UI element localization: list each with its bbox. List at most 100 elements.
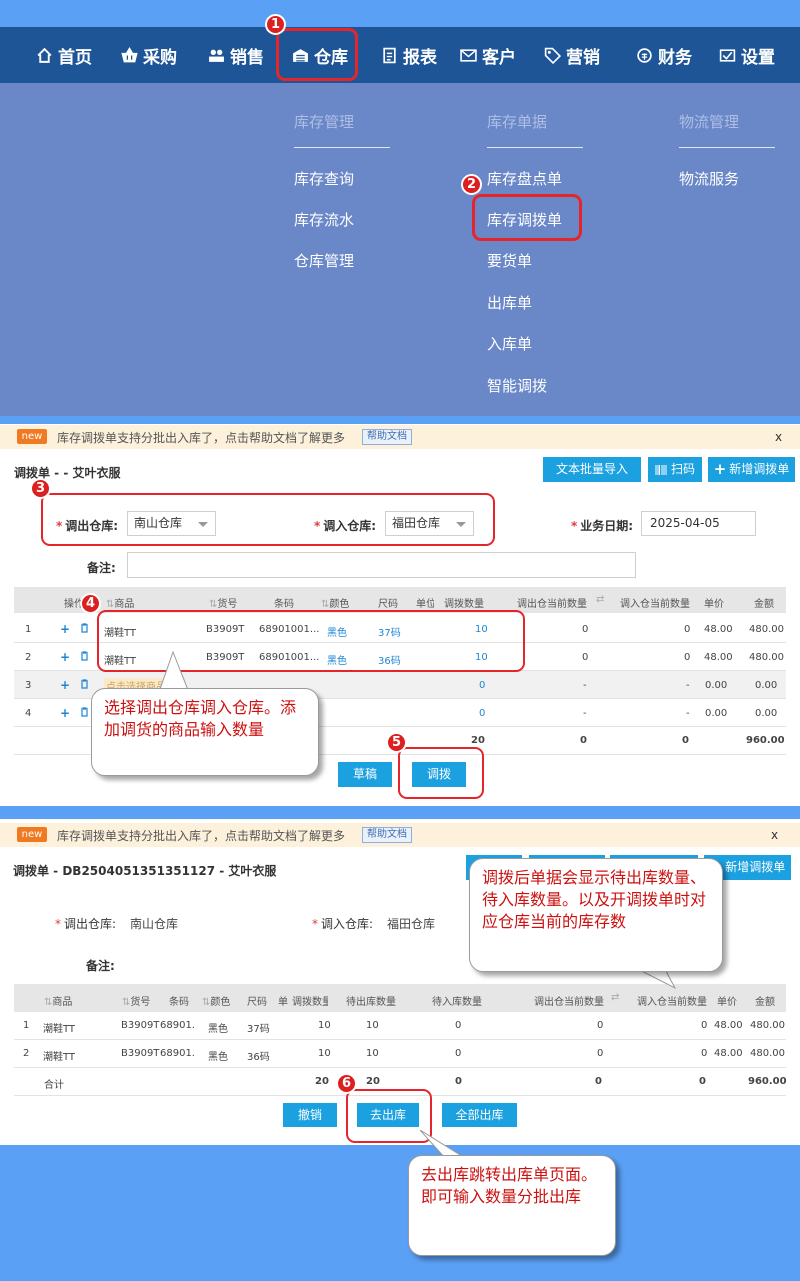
row-no: 1 <box>25 624 32 635</box>
col-qty: 调拨数量 <box>292 997 328 1008</box>
notice-banner: new 库存调拨单支持分批出入库了，点击帮助文档了解更多 帮助文档 x <box>0 425 800 449</box>
nav-label: 销售 <box>230 47 264 68</box>
nav-finance[interactable]: 财务 <box>636 27 692 83</box>
callout-go-outbound: 去出库跳转出库单页面。即可输入数量分批出库 <box>408 1155 616 1256</box>
in-warehouse-label: * 调入仓库: <box>312 917 374 931</box>
price: 48.00 <box>714 1020 743 1031</box>
col-unit: 单位 <box>416 599 434 610</box>
highlight-warehouse-nav <box>276 28 358 81</box>
qty: 10 <box>318 1048 331 1059</box>
nav-report[interactable]: 报表 <box>381 27 437 83</box>
in-stock: - <box>686 680 690 691</box>
add-row-icon[interactable]: + <box>60 706 70 720</box>
scan-button[interactable]: 扫码 <box>648 457 702 482</box>
row-no: 1 <box>23 1020 30 1031</box>
product: 潮鞋TT <box>43 1052 76 1063</box>
menu-item-outbound[interactable]: 出库单 <box>487 292 532 313</box>
row-no: 3 <box>25 680 32 691</box>
date-input[interactable]: 2025-04-05 <box>641 511 756 536</box>
col-qty: 调拨数量 <box>444 599 484 610</box>
total-amount: 960.00 <box>746 735 785 746</box>
qty[interactable]: 0 <box>479 708 485 719</box>
help-doc-button[interactable]: 帮助文档 <box>362 827 412 843</box>
nav-label: 首页 <box>58 47 92 68</box>
col-out-stock: 调出仓当前数量 <box>517 599 587 610</box>
bulk-import-button[interactable]: 文本批量导入 <box>543 457 641 482</box>
menu-item-stock-query[interactable]: 库存查询 <box>294 168 354 189</box>
menu-item-stocktake[interactable]: 库存盘点单 <box>487 168 562 189</box>
nav-sales[interactable]: 销售 <box>208 27 264 83</box>
add-row-icon[interactable]: + <box>60 622 70 636</box>
price: 48.00 <box>704 624 733 635</box>
amount: 480.00 <box>749 624 784 635</box>
out-stock: - <box>583 680 587 691</box>
amount: 0.00 <box>755 680 778 691</box>
nav-customer[interactable]: 客户 <box>460 27 516 83</box>
add-row-icon[interactable]: + <box>60 678 70 692</box>
nav-settings[interactable]: 设置 <box>719 27 775 83</box>
delete-icon[interactable] <box>80 707 89 720</box>
product: 潮鞋TT <box>43 1024 76 1035</box>
delete-icon[interactable] <box>80 623 89 636</box>
nav-label: 设置 <box>741 47 775 68</box>
cancel-button[interactable]: 撤销 <box>283 1103 337 1127</box>
add-row-icon[interactable]: + <box>60 650 70 664</box>
color: 黑色 <box>208 1024 228 1035</box>
out-stock: 0 <box>597 1020 604 1031</box>
row-no: 2 <box>25 652 32 663</box>
menu-item-inbound[interactable]: 入库单 <box>487 333 532 354</box>
total-in-stock: 0 <box>699 1076 706 1087</box>
in-stock: 0 <box>684 652 691 663</box>
col-pending-out: 待出库数量 <box>346 997 396 1008</box>
out-warehouse-label: * 调出仓库: <box>55 917 117 931</box>
close-banner-button[interactable]: x <box>771 828 778 842</box>
draft-button[interactable]: 草稿 <box>338 762 392 787</box>
all-outbound-button[interactable]: 全部出库 <box>442 1103 517 1127</box>
size: 37码 <box>247 1024 270 1035</box>
nav-purchase[interactable]: 采购 <box>121 27 177 83</box>
col-size: 尺码 <box>247 997 267 1008</box>
notice-banner: new 库存调拨单支持分批出入库了，点击帮助文档了解更多 帮助文档 x <box>0 823 800 847</box>
total-out-stock: 0 <box>580 735 587 746</box>
qty[interactable]: 0 <box>479 680 485 691</box>
col-amount: 金额 <box>754 599 774 610</box>
divider <box>14 1039 786 1040</box>
menu-item-requisition[interactable]: 要货单 <box>487 250 532 271</box>
page-title: 调拨单 - - 艾叶衣服 <box>14 466 121 480</box>
notice-text: 库存调拨单支持分批出入库了，点击帮助文档了解更多 <box>57 829 346 843</box>
nav-label: 采购 <box>143 47 177 68</box>
top-nav: 首页 采购 销售 仓库 报表 客户 营销 财务 设置 <box>0 27 800 83</box>
total-qty: 20 <box>315 1076 329 1087</box>
remark-input[interactable] <box>127 552 636 578</box>
new-label: 新增调拨单 <box>729 462 790 476</box>
close-banner-button[interactable]: x <box>775 430 782 444</box>
menu-item-stock-flow[interactable]: 库存流水 <box>294 209 354 230</box>
col-product: ⇅商品 <box>106 599 135 610</box>
menu-item-smart-transfer[interactable]: 智能调拨 <box>487 375 547 396</box>
swap-icon[interactable]: ⇄ <box>611 992 619 1003</box>
col-price: 单价 <box>704 599 724 610</box>
tag-icon <box>544 47 561 64</box>
out-stock: 0 <box>582 624 589 635</box>
in-stock: 0 <box>701 1048 708 1059</box>
nav-home[interactable]: 首页 <box>36 27 92 83</box>
divider <box>487 147 583 148</box>
nav-marketing[interactable]: 营销 <box>544 27 600 83</box>
in-stock: - <box>686 708 690 719</box>
delete-icon[interactable] <box>80 651 89 664</box>
new-badge: new <box>17 827 47 842</box>
col-sku: ⇅货号 <box>122 997 151 1008</box>
col-in-stock: 调入仓当前数量 <box>637 997 707 1008</box>
col-out-stock: 调出仓当前数量 <box>534 997 604 1008</box>
help-doc-button[interactable]: 帮助文档 <box>362 429 412 445</box>
menu-item-warehouse-manage[interactable]: 仓库管理 <box>294 250 354 271</box>
in-stock: 0 <box>701 1020 708 1031</box>
new-transfer-button[interactable]: + 新增调拨单 <box>708 457 795 482</box>
mail-icon <box>460 48 477 62</box>
col-sku: ⇅货号 <box>209 599 238 610</box>
swap-icon[interactable]: ⇄ <box>596 594 604 605</box>
delete-icon[interactable] <box>80 679 89 692</box>
menu-item-logistics[interactable]: 物流服务 <box>679 168 739 189</box>
report-icon <box>383 47 396 63</box>
col-pending-in: 待入库数量 <box>432 997 482 1008</box>
